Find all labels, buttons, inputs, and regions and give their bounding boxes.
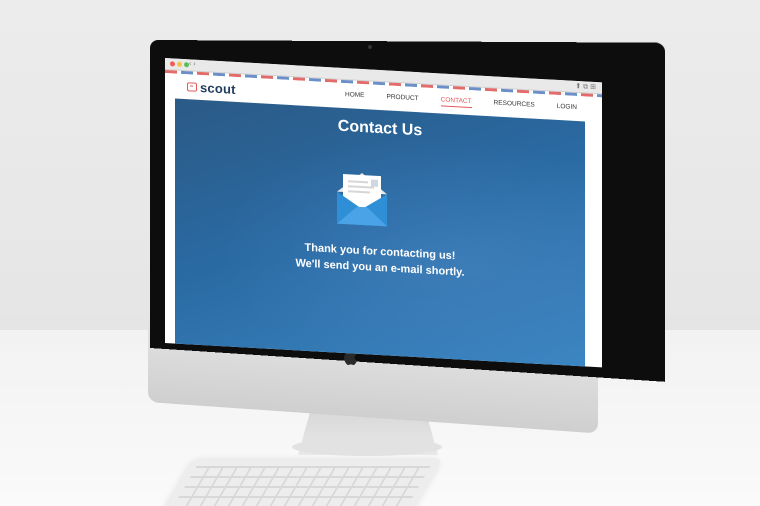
logo-icon bbox=[187, 82, 197, 92]
nav-home[interactable]: HOME bbox=[345, 91, 365, 102]
contact-hero: Contact Us Thank you for contacting us! … bbox=[175, 98, 585, 368]
nav-resources[interactable]: RESOURCES bbox=[494, 99, 535, 111]
screen: ‹ › ⬆ ⧉ ⊞ scout HOME PRODUCT CONTACT RES… bbox=[165, 58, 602, 368]
close-window-button[interactable] bbox=[170, 61, 175, 67]
keyboard bbox=[158, 458, 444, 506]
minimize-window-button[interactable] bbox=[177, 61, 182, 67]
browser-actions[interactable]: ⬆ ⧉ ⊞ bbox=[575, 82, 596, 92]
nav-contact[interactable]: CONTACT bbox=[440, 96, 472, 109]
site-logo[interactable]: scout bbox=[187, 79, 236, 97]
nav-login[interactable]: LOGIN bbox=[557, 103, 577, 114]
envelope-icon bbox=[333, 165, 391, 228]
back-forward-icons[interactable]: ‹ › bbox=[189, 60, 196, 67]
nav-product[interactable]: PRODUCT bbox=[387, 93, 419, 105]
camera-icon bbox=[368, 45, 372, 49]
logo-text: scout bbox=[200, 79, 236, 97]
imac-stand-base bbox=[292, 438, 442, 456]
